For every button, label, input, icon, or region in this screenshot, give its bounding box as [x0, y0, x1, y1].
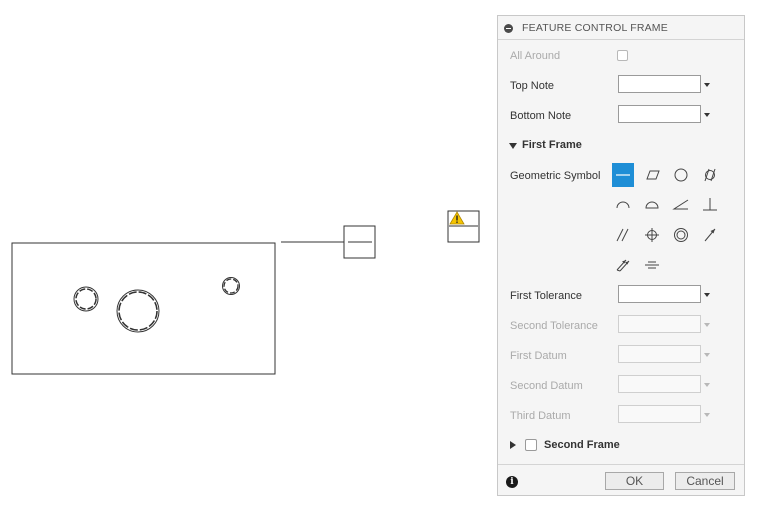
first-tolerance-field[interactable]	[618, 285, 701, 303]
top-note-dropdown-icon[interactable]	[704, 83, 710, 87]
second-datum-field[interactable]	[618, 375, 701, 393]
drawing-canvas[interactable]	[0, 0, 490, 514]
all-around-checkbox[interactable]	[617, 50, 628, 61]
second-frame-expand-icon[interactable]	[510, 441, 516, 449]
all-around-label: All Around	[510, 50, 561, 62]
second-frame-checkbox[interactable]	[525, 439, 537, 451]
second-tolerance-dropdown-icon[interactable]	[704, 323, 710, 327]
cancel-button[interactable]: Cancel	[675, 472, 735, 490]
line-profile-icon[interactable]	[612, 193, 634, 217]
bottom-note-label: Bottom Note	[510, 110, 572, 122]
circularity-icon[interactable]	[670, 163, 692, 187]
third-datum-dropdown-icon[interactable]	[704, 413, 710, 417]
first-datum-dropdown-icon[interactable]	[704, 353, 710, 357]
top-note-field[interactable]	[618, 75, 701, 93]
first-datum-field[interactable]	[618, 345, 701, 363]
feature-control-frame-preview[interactable]	[343, 225, 376, 259]
hole-small-left[interactable]	[73, 286, 99, 312]
third-datum-label: Third Datum	[510, 410, 571, 422]
first-frame-title[interactable]: First Frame	[522, 139, 582, 151]
concentricity-icon[interactable]	[670, 223, 692, 247]
second-datum-dropdown-icon[interactable]	[704, 383, 710, 387]
position-icon[interactable]	[641, 223, 663, 247]
hole-large[interactable]	[116, 289, 160, 333]
symmetry-icon[interactable]	[641, 253, 663, 277]
second-datum-label: Second Datum	[510, 380, 583, 392]
second-tolerance-field[interactable]	[618, 315, 701, 333]
bottom-note-field[interactable]	[618, 105, 701, 123]
total-runout-icon[interactable]	[612, 253, 634, 277]
part-outline[interactable]	[11, 242, 276, 375]
surface-profile-icon[interactable]	[641, 193, 663, 217]
second-tolerance-label: Second Tolerance	[510, 320, 598, 332]
geometric-symbol-label: Geometric Symbol	[510, 170, 601, 182]
warning-marker[interactable]	[447, 210, 480, 243]
ok-button[interactable]: OK	[605, 472, 664, 490]
panel-title: FEATURE CONTROL FRAME	[522, 22, 668, 34]
panel-header[interactable]: FEATURE CONTROL FRAME	[498, 16, 744, 40]
first-tolerance-dropdown-icon[interactable]	[704, 293, 710, 297]
circular-runout-icon[interactable]	[699, 223, 721, 247]
panel-footer: i OK Cancel	[498, 464, 744, 497]
bottom-note-dropdown-icon[interactable]	[704, 113, 710, 117]
third-datum-field[interactable]	[618, 405, 701, 423]
straightness-icon[interactable]	[612, 163, 634, 187]
feature-control-frame-panel: FEATURE CONTROL FRAME All Around Top Not…	[497, 15, 745, 496]
second-frame-title[interactable]: Second Frame	[544, 439, 620, 451]
cylindricity-icon[interactable]	[699, 163, 721, 187]
parallelism-icon[interactable]	[612, 223, 634, 247]
first-tolerance-label: First Tolerance	[510, 290, 582, 302]
info-icon[interactable]: i	[506, 476, 518, 488]
collapse-icon[interactable]	[504, 24, 513, 33]
first-datum-label: First Datum	[510, 350, 567, 362]
first-frame-expand-icon[interactable]	[509, 143, 517, 149]
angularity-icon[interactable]	[670, 193, 692, 217]
hole-small-right[interactable]	[222, 277, 240, 295]
flatness-icon[interactable]	[641, 163, 663, 187]
perpendicularity-icon[interactable]	[699, 193, 721, 217]
top-note-label: Top Note	[510, 80, 555, 92]
